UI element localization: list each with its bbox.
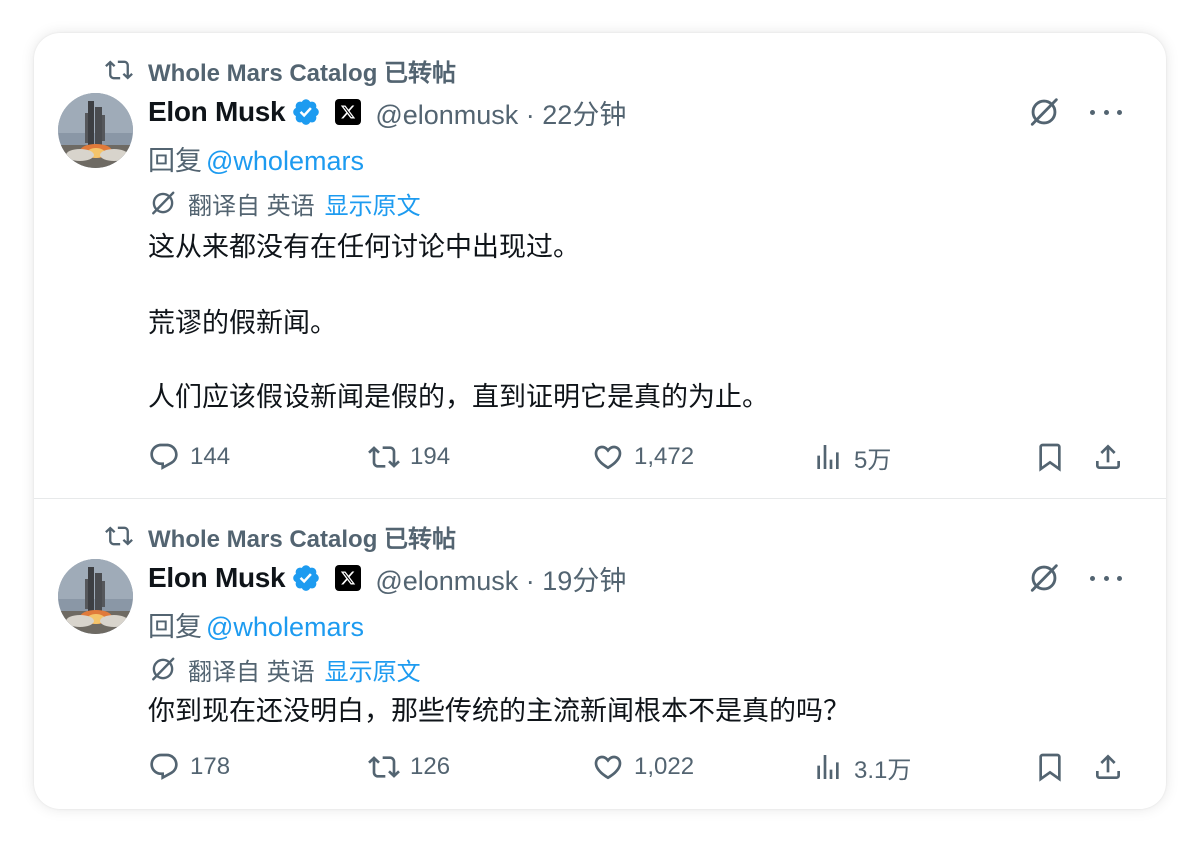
repost-label[interactable]: Whole Mars Catalog 已转帖 [148, 53, 456, 88]
avatar[interactable] [58, 93, 133, 168]
grok-icon[interactable] [1026, 94, 1062, 130]
like-count: 1,472 [634, 443, 695, 470]
reply-context: 回复 @wholemars [148, 605, 364, 644]
timeline-card: Whole Mars Catalog 已转帖 Elon Musk @elonmu… [34, 33, 1166, 809]
repost-count: 194 [410, 443, 451, 470]
like-button[interactable]: 1,022 [592, 747, 694, 787]
tweet-header: Elon Musk @elonmusk · 22分钟 [148, 93, 626, 131]
like-button[interactable]: 1,472 [592, 437, 694, 477]
tweet-2[interactable]: Whole Mars Catalog 已转帖 Elon Musk @elonmu… [34, 499, 1166, 809]
heart-icon [592, 441, 624, 473]
more-icon[interactable] [1090, 97, 1122, 127]
reply-context: 回复 @wholemars [148, 139, 364, 178]
tweet-text-line: 这从来都没有在任何讨论中出现过。 [148, 232, 580, 262]
views-count: 3.1万 [854, 756, 912, 784]
repost-context[interactable]: Whole Mars Catalog 已转帖 [104, 53, 456, 88]
tweet-text-line: 荒谬的假新闻。 [148, 308, 337, 338]
verified-badge-icon[interactable] [291, 97, 321, 127]
views-count: 5万 [854, 446, 892, 474]
reply-mention[interactable]: @wholemars [206, 146, 364, 176]
grok-icon [148, 188, 178, 218]
reply-button[interactable]: 178 [148, 747, 230, 787]
grok-icon[interactable] [1026, 560, 1062, 596]
reply-count: 178 [190, 753, 231, 780]
repost-label[interactable]: Whole Mars Catalog 已转帖 [148, 519, 456, 554]
verified-badge-icon[interactable] [291, 563, 321, 593]
more-icon[interactable] [1090, 563, 1122, 593]
handle-and-time[interactable]: @elonmusk · 19分钟 [375, 559, 626, 598]
repost-button[interactable]: 194 [368, 437, 450, 477]
views-button[interactable]: 3.1万 [812, 747, 911, 787]
tweet-header: Elon Musk @elonmusk · 19分钟 [148, 559, 626, 597]
share-icon[interactable] [1092, 441, 1124, 473]
reply-mention[interactable]: @wholemars [206, 612, 364, 642]
author-name[interactable]: Elon Musk [148, 96, 286, 128]
share-icon[interactable] [1092, 751, 1124, 783]
repost-button[interactable]: 126 [368, 747, 450, 787]
show-original-link[interactable]: 显示原文 [325, 186, 421, 221]
show-original-link[interactable]: 显示原文 [325, 652, 421, 687]
bookmark-icon[interactable] [1034, 441, 1066, 473]
reply-icon [148, 751, 180, 783]
translate-label: 翻译自 英语 [188, 192, 315, 220]
reply-prefix: 回复 [148, 146, 202, 176]
views-icon [812, 751, 844, 783]
tweet-1[interactable]: Whole Mars Catalog 已转帖 Elon Musk @elonmu… [34, 33, 1166, 498]
x-logo-icon[interactable] [335, 99, 362, 125]
translation-notice: 翻译自 英语 显示原文 [148, 652, 421, 687]
repost-context[interactable]: Whole Mars Catalog 已转帖 [104, 519, 456, 554]
tweet-text-line: 你到现在还没明白，那些传统的主流新闻根本不是真的吗？ [148, 696, 850, 726]
handle-and-time[interactable]: @elonmusk · 22分钟 [375, 93, 626, 132]
avatar[interactable] [58, 559, 133, 634]
x-logo-icon[interactable] [335, 565, 362, 591]
reply-button[interactable]: 144 [148, 437, 230, 477]
action-bar: 144 194 1,472 5万 [148, 437, 1166, 477]
repost-icon [104, 522, 134, 550]
views-button[interactable]: 5万 [812, 437, 891, 477]
views-icon [812, 441, 844, 473]
action-bar: 178 126 1,022 3.1万 [148, 747, 1166, 787]
translate-label: 翻译自 英语 [188, 658, 315, 686]
reply-count: 144 [190, 443, 231, 470]
like-count: 1,022 [634, 753, 695, 780]
author-name[interactable]: Elon Musk [148, 562, 286, 594]
translation-notice: 翻译自 英语 显示原文 [148, 186, 421, 221]
repost-icon [368, 441, 400, 473]
repost-icon [104, 56, 134, 84]
tweet-text-line: 人们应该假设新闻是假的，直到证明它是真的为止。 [148, 382, 769, 412]
bookmark-icon[interactable] [1034, 751, 1066, 783]
repost-icon [368, 751, 400, 783]
repost-count: 126 [410, 753, 451, 780]
reply-icon [148, 441, 180, 473]
heart-icon [592, 751, 624, 783]
reply-prefix: 回复 [148, 612, 202, 642]
grok-icon [148, 654, 178, 684]
